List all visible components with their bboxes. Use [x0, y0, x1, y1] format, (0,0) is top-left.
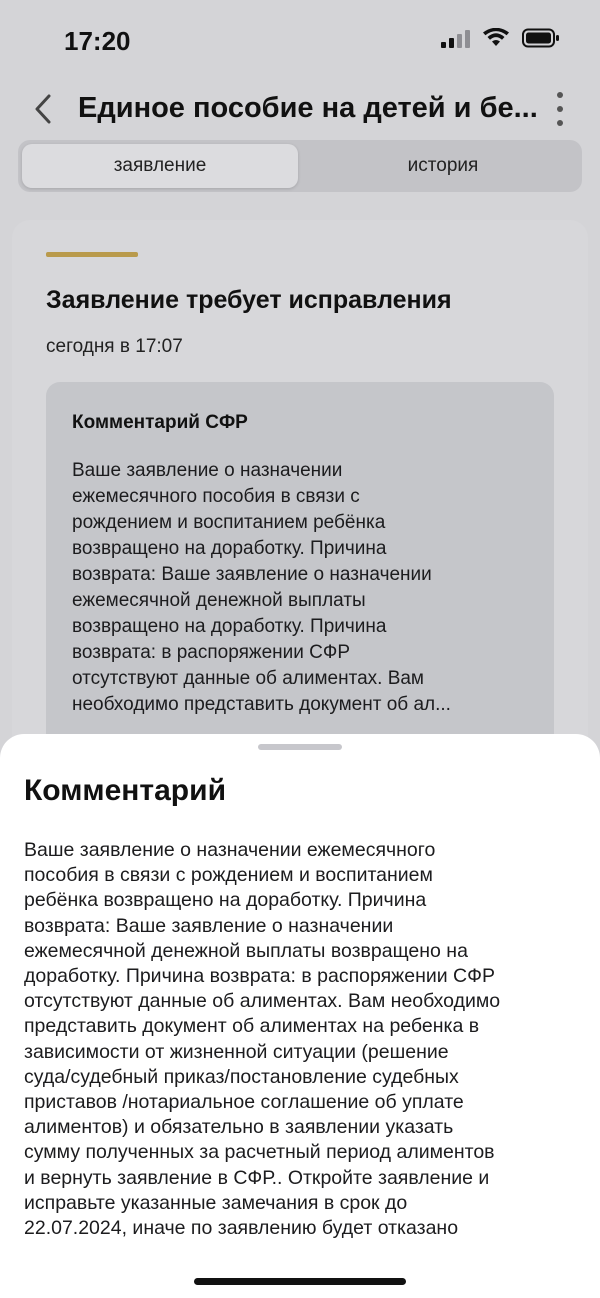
- comment-preview[interactable]: Комментарий СФР Ваше заявление о назначе…: [46, 382, 554, 782]
- status-bar: 17:20: [0, 0, 600, 80]
- comment-line: Ваше заявление о назначении: [72, 460, 343, 481]
- comment-line: ежемесячной денежной выплаты: [72, 590, 366, 611]
- status-icons: [441, 28, 560, 48]
- sheet-line: приставов /нотариальное соглашение об уп…: [24, 1091, 464, 1114]
- sheet-line: отсутствуют данные об алиментах. Вам нео…: [24, 990, 501, 1013]
- battery-icon: [522, 28, 560, 48]
- sheet-line: представить документ об алиментах на реб…: [24, 1015, 480, 1038]
- chevron-left-icon[interactable]: [28, 90, 58, 128]
- status-accent-line: [46, 252, 138, 257]
- sheet-line: исправьте указанные замечания в срок до: [24, 1191, 408, 1214]
- comment-bottom-sheet: Комментарий Ваше заявление о назначении …: [0, 734, 600, 1298]
- home-indicator: [194, 1278, 406, 1285]
- status-time: 17:20: [64, 26, 131, 56]
- comment-line: возврата: Ваше заявление о назначении: [72, 564, 432, 585]
- comment-line: возвращено на доработку. Причина: [72, 538, 387, 559]
- sheet-line: ежемесячной денежной выплаты возвращено …: [24, 939, 468, 962]
- sheet-line: суда/судебный приказ/постановление судеб…: [24, 1065, 459, 1088]
- comment-line: рождением и воспитанием ребёнка: [72, 512, 386, 533]
- comment-line: возврата: в распоряжении СФР: [72, 642, 350, 663]
- sheet-line: и вернуть заявление в СФР.. Откройте зая…: [24, 1166, 490, 1189]
- comment-preview-title: Комментарий СФР: [72, 412, 248, 433]
- comment-line: возвращено на доработку. Причина: [72, 616, 387, 637]
- sheet-line: пособия в связи с рождением и воспитание…: [24, 864, 433, 887]
- sheet-line: алиментов) и обязательно в заявлении ука…: [24, 1116, 454, 1139]
- comment-line: ежемесячного пособия в связи с: [72, 486, 360, 507]
- sheet-line: возврата: Ваше заявление о назначении: [24, 914, 394, 937]
- sheet-line: сумму полученных за расчетный период али…: [24, 1141, 495, 1164]
- status-card: Заявление требует исправления сегодня в …: [12, 220, 588, 782]
- signal-icon: [441, 28, 470, 48]
- sheet-title: Комментарий: [24, 774, 227, 807]
- sheet-line: ребёнка возвращено на доработку. Причина: [24, 889, 427, 912]
- comment-preview-text: Ваше заявление о назначении ежемесячного…: [72, 458, 532, 718]
- segmented-control: заявление история: [18, 140, 582, 192]
- nav-bar: Единое пособие на детей и бе...: [0, 84, 600, 134]
- wifi-icon: [482, 28, 510, 48]
- status-title: Заявление требует исправления: [46, 286, 452, 314]
- sheet-line: Ваше заявление о назначении ежемесячного: [24, 839, 436, 861]
- sheet-line: зависимости от жизненной ситуации (решен…: [24, 1040, 449, 1063]
- tab-application[interactable]: заявление: [22, 144, 298, 188]
- sheet-grabber[interactable]: [258, 744, 342, 750]
- tab-history[interactable]: история: [308, 144, 578, 188]
- sheet-comment-text: Ваше заявление о назначении ежемесячного…: [24, 838, 580, 1241]
- comment-line: необходимо представить документ об ал...: [72, 694, 451, 715]
- page-title: Единое пособие на детей и бе...: [78, 92, 538, 124]
- more-vertical-icon[interactable]: [552, 92, 568, 126]
- comment-line: отсутствуют данные об алиментах. Вам: [72, 668, 424, 689]
- status-date: сегодня в 17:07: [46, 336, 183, 357]
- sheet-line: доработку. Причина возврата: в распоряже…: [24, 965, 495, 988]
- sheet-line: 22.07.2024, иначе по заявлению будет отк…: [24, 1217, 459, 1240]
